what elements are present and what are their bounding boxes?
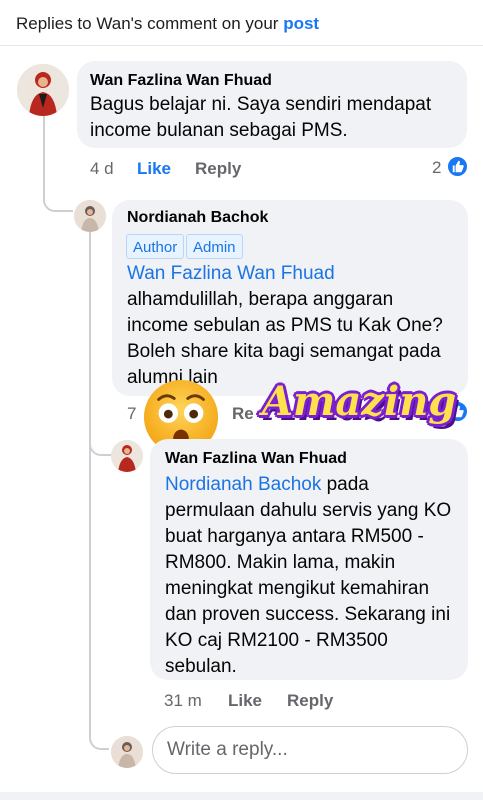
comment-text: permulaan dahulu servis yang KO buat har… xyxy=(165,500,452,677)
comment-text-lead: pada xyxy=(326,474,369,495)
author-name[interactable]: Wan Fazlina Wan Fhuad xyxy=(90,72,272,90)
thumbs-up-icon xyxy=(452,160,464,173)
author-name[interactable]: Nordianah Bachok xyxy=(127,209,268,227)
avatar-current-user[interactable] xyxy=(111,736,143,768)
author-badge: Author xyxy=(126,234,185,259)
mention-link[interactable]: Wan Fazlina Wan Fhuad xyxy=(127,261,457,287)
reaction-count[interactable]: 2 xyxy=(432,158,441,178)
person-icon xyxy=(74,200,106,232)
person-icon xyxy=(17,64,69,116)
amazing-sticker: Amazing xyxy=(262,378,457,425)
thread-line-main xyxy=(43,112,45,198)
bottom-divider xyxy=(0,792,483,800)
thread-elbow-reply1 xyxy=(43,188,73,212)
post-link[interactable]: post xyxy=(283,14,319,33)
like-button[interactable]: Like xyxy=(228,691,262,711)
comment-timestamp[interactable]: 7 xyxy=(127,404,136,424)
person-icon xyxy=(111,440,143,472)
avatar-wan[interactable] xyxy=(17,64,69,116)
avatar-wan[interactable] xyxy=(111,440,143,472)
thread-line-reply1 xyxy=(89,232,91,432)
admin-badge: Admin xyxy=(186,234,243,259)
reply-button[interactable]: Re xyxy=(232,404,254,424)
mention-link[interactable]: Nordianah Bachok xyxy=(165,474,321,495)
reply-input[interactable] xyxy=(153,727,467,773)
reply-button[interactable]: Reply xyxy=(195,159,241,179)
person-icon xyxy=(111,736,143,768)
thread-elbow-replybox xyxy=(89,440,109,750)
comment-text-first-line: Nordianah Bachok pada xyxy=(165,472,460,498)
header-prefix: Replies to Wan's comment on your xyxy=(16,14,279,33)
like-icon[interactable] xyxy=(446,155,469,178)
like-button[interactable]: Like xyxy=(137,159,171,179)
author-name[interactable]: Wan Fazlina Wan Fhuad xyxy=(165,450,347,468)
comment-timestamp[interactable]: 4 d xyxy=(90,159,114,179)
avatar-nordianah[interactable] xyxy=(74,200,106,232)
header-divider xyxy=(0,45,483,46)
comment-text: Bagus belajar ni. Saya sendiri mendapat … xyxy=(90,94,432,141)
replies-header: Replies to Wan's comment on your post xyxy=(0,0,483,44)
comment-text: alhamdulillah, berapa anggaran income se… xyxy=(127,289,443,388)
reply-input-box[interactable] xyxy=(152,726,468,774)
comment-timestamp[interactable]: 31 m xyxy=(164,691,202,711)
reply-button[interactable]: Reply xyxy=(287,691,333,711)
